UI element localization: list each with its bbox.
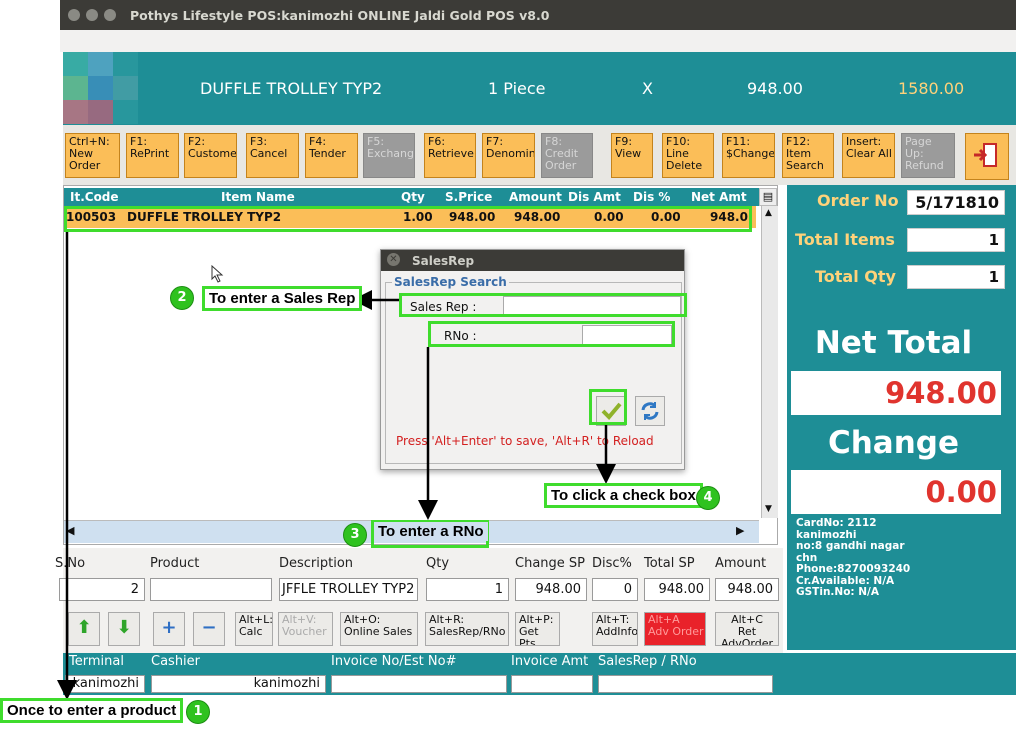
badge-3: 3	[343, 523, 367, 547]
note-rno: To enter a RNo	[374, 522, 488, 541]
note-product: Once to enter a product	[0, 698, 184, 723]
note-checkbox: To click a check box	[544, 483, 703, 508]
note-salesrep: To enter a Sales Rep	[202, 286, 363, 311]
annotation-arrows	[57, 232, 616, 700]
badge-1: 1	[186, 700, 210, 724]
badge-2: 2	[170, 286, 194, 310]
badge-4: 4	[696, 486, 720, 510]
